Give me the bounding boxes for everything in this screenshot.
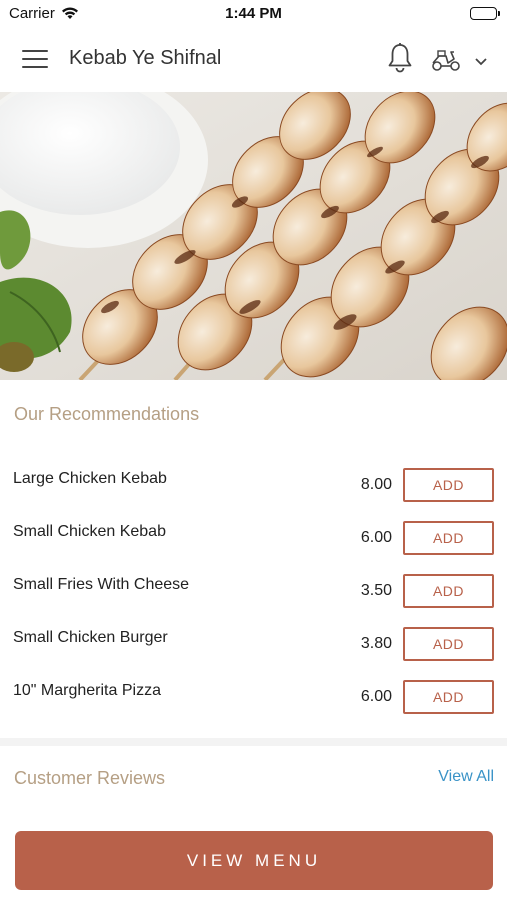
add-button[interactable]: ADD <box>403 680 494 714</box>
restaurant-title: Kebab Ye Shifnal <box>69 47 222 69</box>
reviews-title: Customer Reviews <box>14 768 166 788</box>
section-divider <box>0 738 507 746</box>
item-name: Small Fries With Cheese <box>13 576 190 593</box>
bell-icon[interactable] <box>386 42 414 74</box>
item-price: 8.00 <box>360 476 392 493</box>
add-button[interactable]: ADD <box>403 574 494 608</box>
view-all-link[interactable]: View All <box>438 768 494 786</box>
item-name: Small Chicken Burger <box>13 629 168 646</box>
item-price: 6.00 <box>360 529 392 546</box>
add-button[interactable]: ADD <box>403 627 494 661</box>
add-button[interactable]: ADD <box>403 521 494 555</box>
add-button[interactable]: ADD <box>403 468 494 502</box>
item-name: Small Chicken Kebab <box>13 523 166 540</box>
recommendations-list: Large Chicken Kebab 8.00 ADD Small Chick… <box>0 458 507 723</box>
list-item: Small Chicken Kebab 6.00 ADD <box>0 511 507 564</box>
item-price: 3.50 <box>360 582 392 599</box>
list-item: Small Chicken Burger 3.80 ADD <box>0 617 507 670</box>
list-item: Large Chicken Kebab 8.00 ADD <box>0 458 507 511</box>
clock: 1:44 PM <box>225 5 282 22</box>
hero-image <box>0 92 507 380</box>
recommendations-title: Our Recommendations <box>14 404 200 424</box>
list-item: Small Fries With Cheese 3.50 ADD <box>0 564 507 617</box>
menu-icon[interactable] <box>22 50 48 70</box>
app-header: Kebab Ye Shifnal <box>0 28 507 92</box>
status-bar: Carrier 1:44 PM <box>0 0 507 28</box>
list-item: 10" Margherita Pizza 6.00 ADD <box>0 670 507 723</box>
chevron-down-icon <box>474 54 488 72</box>
delivery-mode-selector[interactable] <box>430 46 490 74</box>
item-price: 6.00 <box>360 688 392 705</box>
view-menu-button[interactable]: VIEW MENU <box>15 831 493 890</box>
scooter-icon <box>430 46 462 79</box>
item-name: Large Chicken Kebab <box>13 470 167 487</box>
item-price: 3.80 <box>360 635 392 652</box>
item-name: 10" Margherita Pizza <box>13 682 161 699</box>
battery-icon <box>470 7 500 20</box>
